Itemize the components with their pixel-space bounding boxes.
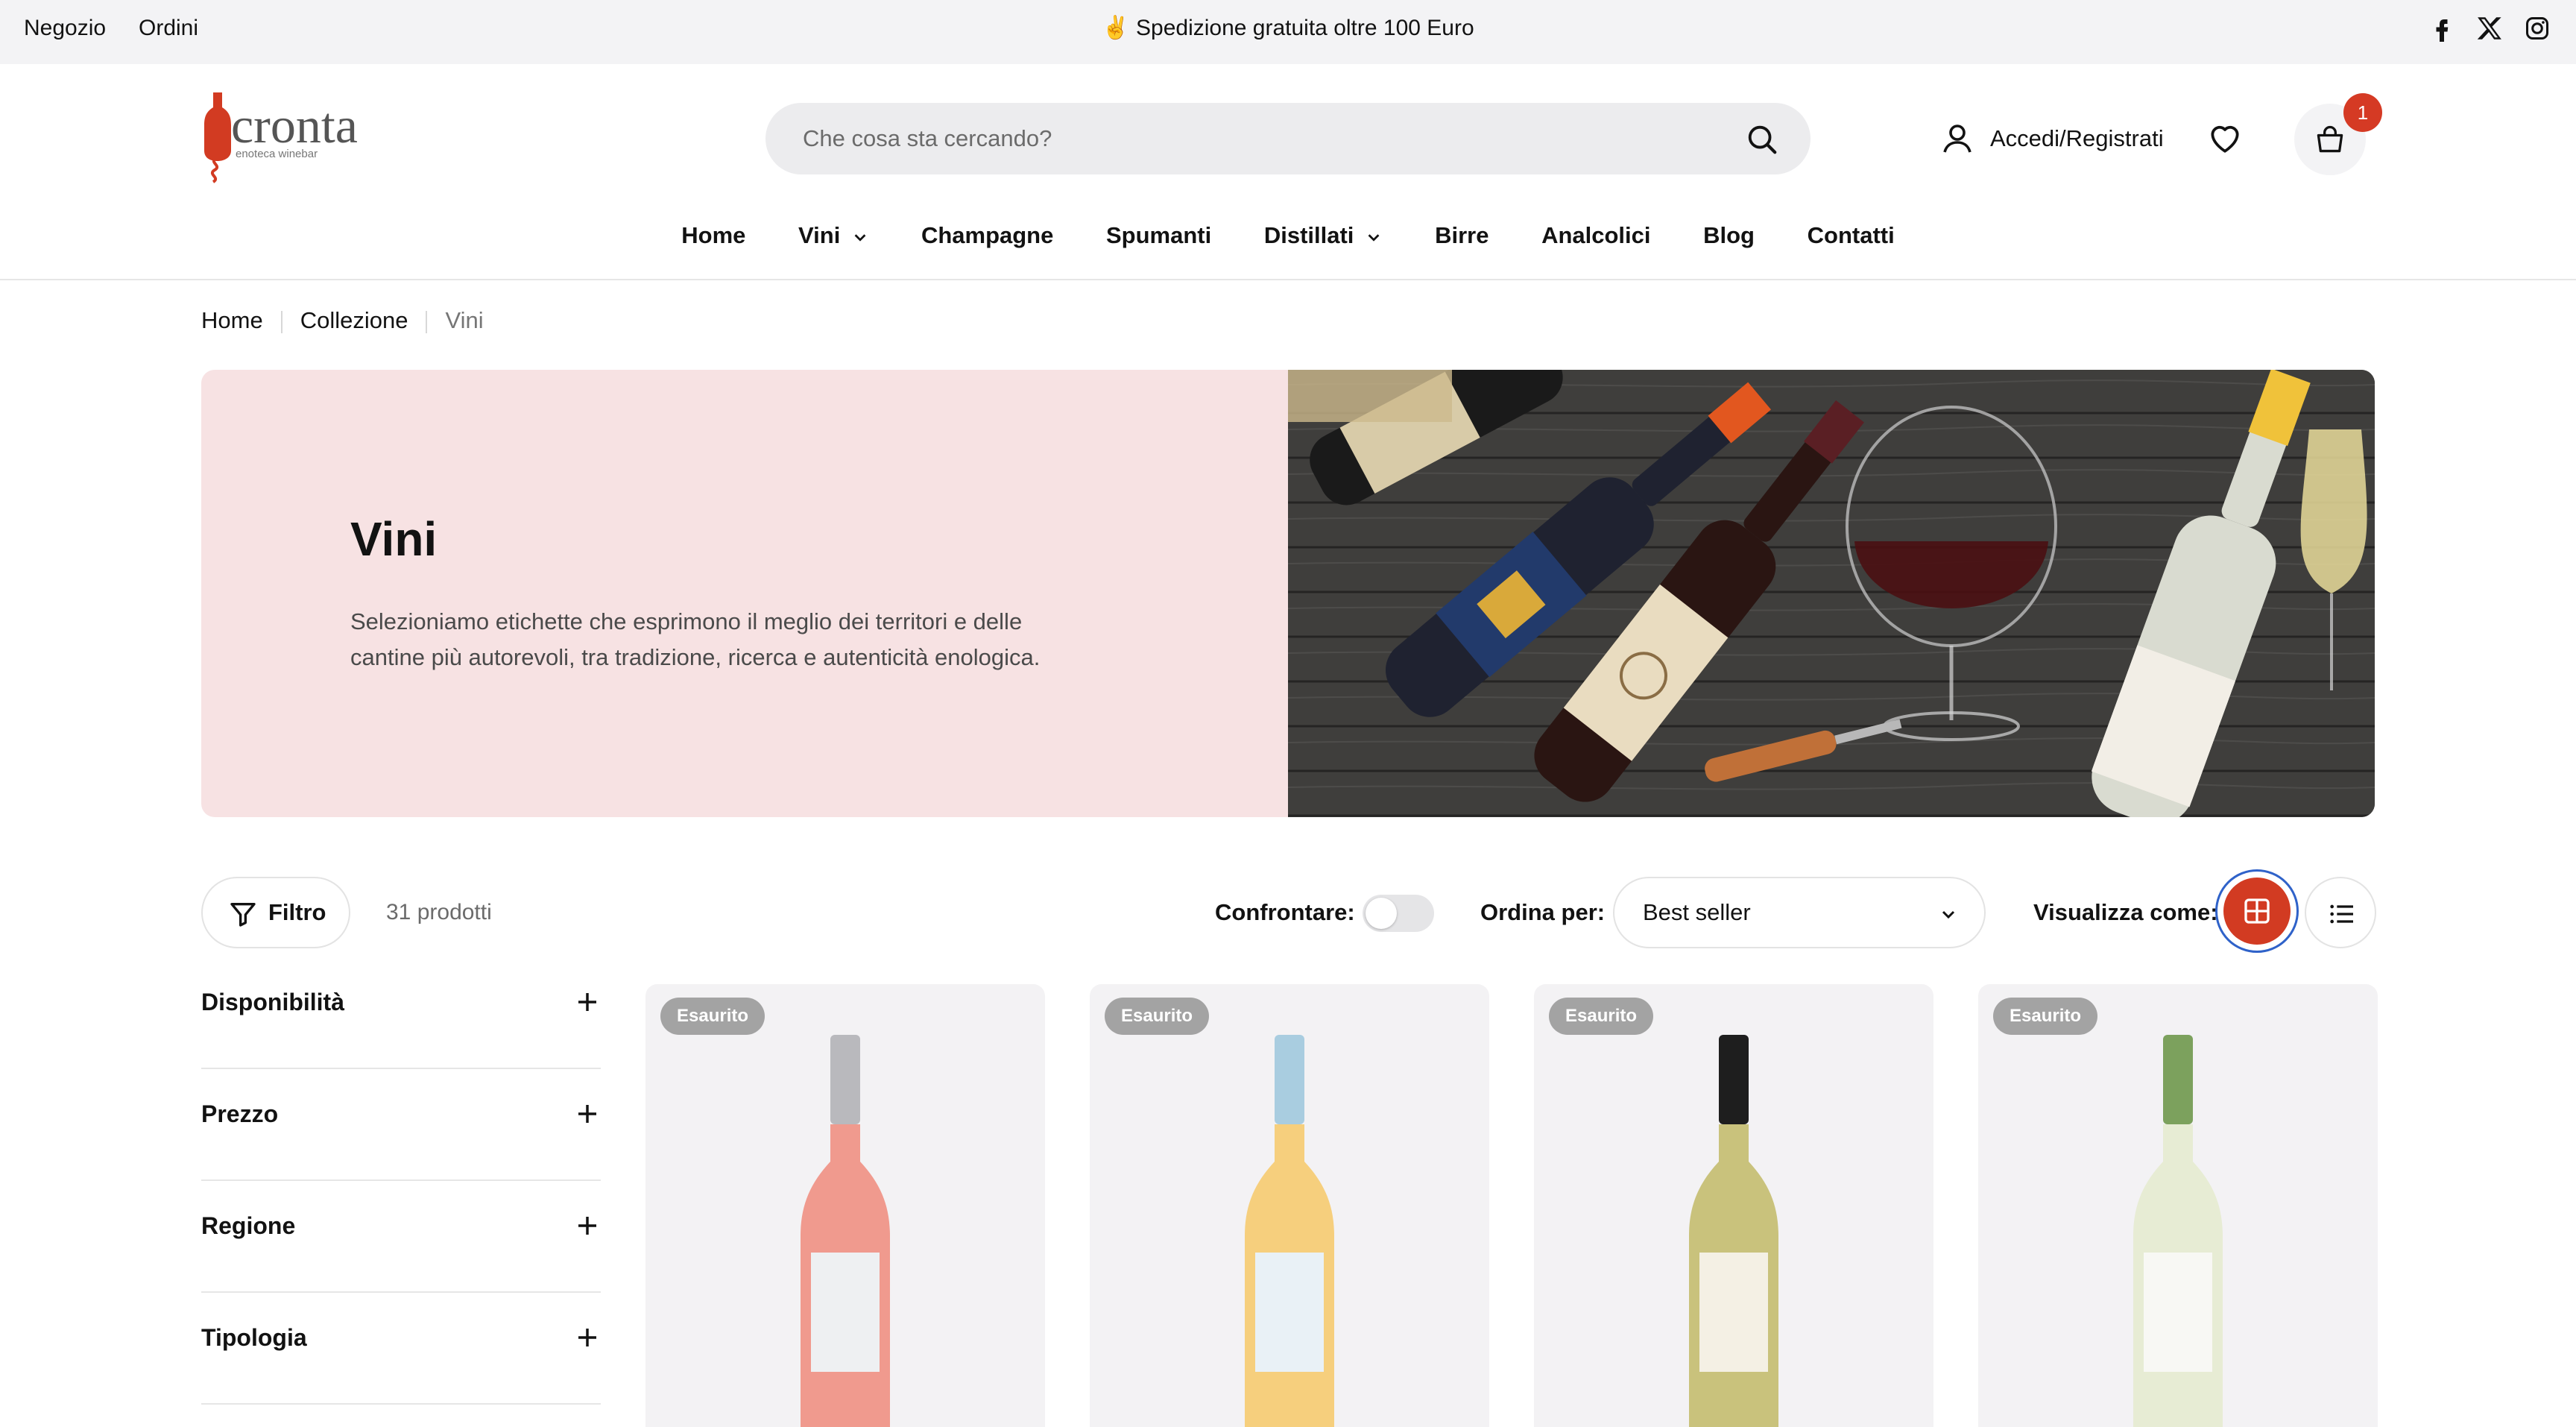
product-card[interactable]: Esaurito [1978,984,2378,1427]
chevron-down-icon [1939,905,1957,923]
breadcrumb-separator [426,310,428,333]
chevron-down-icon [1366,229,1382,245]
filter-group-label: Prezzo [201,1100,279,1127]
nav-label: Birre [1435,222,1489,248]
view-as-label: Visualizza come: [2033,899,2218,925]
product-card[interactable]: Esaurito [645,984,1045,1427]
toggle-knob [1366,898,1397,929]
plus-icon [575,990,599,1014]
filter-button[interactable]: Filtro [201,877,350,948]
breadcrumb-separator [280,310,282,333]
sold-out-badge: Esaurito [1993,998,2098,1035]
sort-value: Best seller [1643,899,1751,925]
nav-item-distillati[interactable]: Distillati [1264,213,1383,258]
list-icon [2330,904,2353,924]
page-title: Vini [350,512,438,566]
filter-group-disponibilita[interactable]: Disponibilità [201,957,601,1069]
product-card[interactable]: Esaurito [1534,984,1933,1427]
breadcrumb-current: Vini [445,307,484,333]
main-nav: Home Vini Champagne Spumanti Distillati … [0,213,2576,258]
breadcrumb: Home Collezione Vini [201,306,484,336]
nav-item-contatti[interactable]: Contatti [1808,213,1895,258]
nav-label: Spumanti [1105,222,1212,248]
collection-hero: Vini Selezioniamo etichette che esprimon… [201,370,2375,817]
sort-label: Ordina per: [1480,899,1606,925]
header-divider [0,279,2576,280]
search-bar [765,103,1811,174]
product-bottle-image [1689,1035,1778,1427]
list-view-button[interactable] [2305,877,2376,948]
compare-toggle[interactable] [1363,895,1434,932]
nav-label: Home [681,222,746,248]
wishlist-heart-icon[interactable] [2206,119,2244,157]
nav-label: Analcolici [1541,222,1651,248]
compare-label: Confrontare: [1215,899,1355,925]
sold-out-badge: Esaurito [1105,998,1210,1035]
nav-item-home[interactable]: Home [681,213,745,258]
grid-view-button[interactable] [2215,869,2299,953]
plus-icon [575,1326,599,1349]
nav-label: Contatti [1807,222,1895,248]
chevron-down-icon [852,229,868,245]
top-bar: ✌ Spedizione gratuita oltre 100 Euro Neg… [0,0,2576,64]
nav-label: Blog [1703,222,1755,248]
shopping-bag-icon [2314,123,2346,156]
filter-group-label: Regione [201,1212,296,1239]
breadcrumb-home[interactable]: Home [201,306,263,336]
filter-group-regione[interactable]: Regione [201,1181,601,1293]
x-twitter-icon[interactable] [2476,15,2503,42]
shipping-banner: ✌ Spedizione gratuita oltre 100 Euro [1102,16,1474,40]
facebook-icon[interactable] [2428,15,2455,42]
product-count: 31 prodotti [386,900,492,924]
grid-icon [2244,898,2270,924]
filter-group-label: Tipologia [201,1324,307,1351]
filter-label: Filtro [268,899,326,925]
instagram-icon[interactable] [2524,15,2551,42]
sold-out-badge: Esaurito [660,998,765,1035]
sold-out-badge: Esaurito [1549,998,1654,1035]
topbar-link-negozio[interactable]: Negozio [24,0,106,64]
nav-label: Vini [798,222,841,248]
filter-group-tipologia[interactable]: Tipologia [201,1293,601,1405]
nav-item-blog[interactable]: Blog [1703,213,1755,258]
product-card[interactable]: Esaurito [1090,984,1489,1427]
nav-item-analcolici[interactable]: Analcolici [1541,213,1650,258]
hero-description: Selezioniamo etichette che esprimono il … [350,608,1041,670]
nav-item-spumanti[interactable]: Spumanti [1106,213,1211,258]
cart-button[interactable]: 1 [2294,93,2382,175]
filter-group-prezzo[interactable]: Prezzo [201,1069,601,1181]
logo-text: cronta [231,97,358,154]
nav-item-vini[interactable]: Vini [798,213,868,258]
nav-item-champagne[interactable]: Champagne [921,213,1053,258]
site-logo[interactable]: cronta enoteca winebar [198,89,377,186]
product-bottle-image [1245,1035,1334,1427]
hero-text-panel: Vini Selezioniamo etichette che esprimon… [201,370,1288,817]
cart-count-badge: 1 [2343,93,2382,132]
nav-label: Distillati [1263,222,1354,248]
plus-icon [575,1102,599,1126]
plus-icon [575,1214,599,1238]
topbar-link-ordini[interactable]: Ordini [139,0,198,64]
filter-group-label: Disponibilità [201,989,344,1015]
search-icon[interactable] [1745,122,1779,157]
filter-funnel-icon [228,899,258,929]
nav-label: Champagne [921,222,1054,248]
account-label: Accedi/Registrati [1990,125,2164,151]
user-icon [1939,121,1975,157]
product-bottle-image [2133,1035,2223,1427]
logo-subtext: enoteca winebar [236,148,318,160]
breadcrumb-collezione[interactable]: Collezione [300,306,408,336]
nav-item-birre[interactable]: Birre [1435,213,1489,258]
search-input[interactable] [803,103,1697,174]
sort-select[interactable]: Best seller [1613,877,1986,948]
product-bottle-image [801,1035,890,1427]
grid-view-active [2223,878,2291,945]
hero-wine-photo [1288,370,2375,817]
